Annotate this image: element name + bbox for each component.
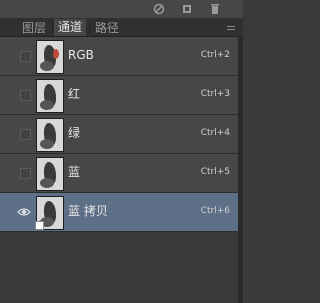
eye-icon[interactable] [17,205,31,219]
channel-shortcut: Ctrl+2 [200,50,230,60]
channel-label: 蓝 [68,165,81,179]
channel-shortcut: Ctrl+6 [200,206,230,216]
channel-row-blue[interactable]: 蓝 Ctrl+5 [0,154,238,193]
mask-indicator [35,221,44,230]
channel-row-rgb[interactable]: RGB Ctrl+2 [0,37,238,76]
channel-label: 蓝 拷贝 [68,204,108,218]
visibility-toggle[interactable] [20,51,31,62]
vertical-scrollbar[interactable] [238,37,243,303]
channel-label: 红 [68,87,81,101]
channel-row-blue-copy[interactable]: 蓝 拷贝 Ctrl+6 [0,193,238,232]
tab-layers[interactable]: 图层 [18,20,50,36]
tab-channels[interactable]: 通道 [54,19,87,36]
panel-menu-icon[interactable] [227,26,235,30]
channel-shortcut: Ctrl+4 [200,128,230,138]
channel-label: 绿 [68,126,81,140]
channel-shortcut: Ctrl+3 [200,89,230,99]
new-channel-icon[interactable] [181,3,193,15]
visibility-toggle[interactable] [20,129,31,140]
delete-icon[interactable] [209,3,221,15]
tab-separator [52,21,53,33]
channel-shortcut: Ctrl+5 [200,167,230,177]
channel-thumbnail [36,79,64,113]
panel-tabs: 图层 通道 路径 [0,18,243,37]
tab-separator [89,21,90,33]
panel-toolbar [0,0,243,18]
channel-label: RGB [68,48,94,62]
channel-row-red[interactable]: 红 Ctrl+3 [0,76,238,115]
visibility-toggle[interactable] [20,90,31,101]
channel-thumbnail [36,118,64,152]
no-icon[interactable] [153,3,165,15]
visibility-toggle[interactable] [20,168,31,179]
tab-paths[interactable]: 路径 [91,20,123,36]
channel-thumbnail [36,40,64,74]
channel-row-green[interactable]: 绿 Ctrl+4 [0,115,238,154]
channel-thumbnail [36,157,64,191]
